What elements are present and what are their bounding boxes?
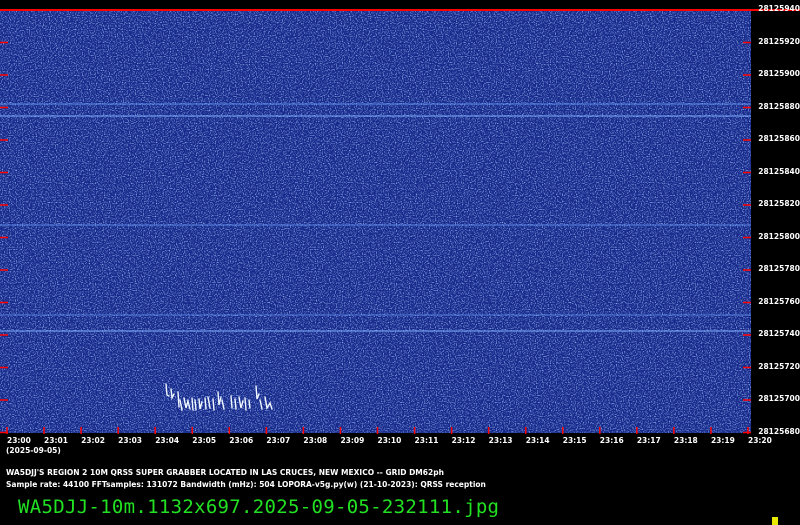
- x-tick-label: 23:20: [748, 436, 772, 445]
- y-tick-label: 28125860: [758, 134, 800, 143]
- x-tick-label: 23:13: [488, 436, 513, 445]
- y-tick-label: 28125900: [758, 69, 800, 78]
- carrier-trace: [0, 314, 751, 316]
- x-tick-label: 23:03: [118, 436, 143, 445]
- x-tick-label: 23:14: [525, 436, 550, 445]
- x-tick-label: 23:15: [562, 436, 587, 445]
- x-tick-label: 23:02: [81, 436, 105, 445]
- x-tick-label: 23:04: [155, 436, 180, 445]
- x-tick-label: 23:17: [636, 436, 661, 445]
- y-tick-label: 28125740: [758, 329, 800, 338]
- x-tick-label: 23:01: [44, 436, 68, 445]
- sampling-info: Sample rate: 44100 FFTsamples: 131072 Ba…: [6, 480, 486, 489]
- carrier-trace: [0, 103, 751, 105]
- x-tick-label: 23:10: [377, 436, 402, 445]
- carrier-trace: [0, 330, 751, 332]
- x-tick-label: 23:16: [599, 436, 624, 445]
- waterfall-noise: [0, 10, 751, 433]
- x-tick-label: 23:07: [266, 436, 291, 445]
- y-tick-label: 28125800: [758, 231, 800, 241]
- station-info: WA5DJJ'S REGION 2 10M QRSS SUPER GRABBER…: [6, 468, 444, 477]
- y-tick-label: 28125780: [758, 264, 800, 273]
- y-tick-label: 28125720: [758, 361, 800, 371]
- x-tick-label: 23:05: [192, 436, 217, 445]
- carrier-trace: [0, 224, 751, 226]
- y-tick-label: 28125920: [758, 36, 800, 46]
- date-label: (2025-09-05): [6, 446, 61, 455]
- spectrogram-waterfall: [0, 9, 800, 434]
- x-tick-label: 23:06: [229, 436, 254, 445]
- y-tick-label: 28125880: [758, 101, 800, 111]
- x-tick-label: 23:11: [414, 436, 439, 445]
- y-tick-label: 28125840: [758, 166, 800, 176]
- y-tick-label: 28125700: [758, 394, 800, 403]
- x-tick-label: 23:12: [451, 436, 476, 445]
- y-tick-label: 28125760: [758, 296, 800, 306]
- x-tick-label: 23:08: [303, 436, 328, 445]
- x-axis-ticks: [6, 427, 749, 434]
- y-tick-label: 28125940: [758, 4, 800, 13]
- x-tick-label: 23:09: [340, 436, 365, 445]
- y-tick-label: 28125680: [758, 426, 800, 436]
- y-tick-label: 28125820: [758, 199, 800, 208]
- x-tick-label: 23:00: [7, 436, 31, 445]
- cursor-marker: [772, 517, 778, 525]
- image-filename: WA5DJJ-10m.1132x697.2025-09-05-232111.jp…: [18, 496, 500, 518]
- x-tick-label: 23:18: [673, 436, 698, 445]
- x-tick-label: 23:19: [710, 436, 735, 445]
- carrier-trace: [0, 115, 751, 117]
